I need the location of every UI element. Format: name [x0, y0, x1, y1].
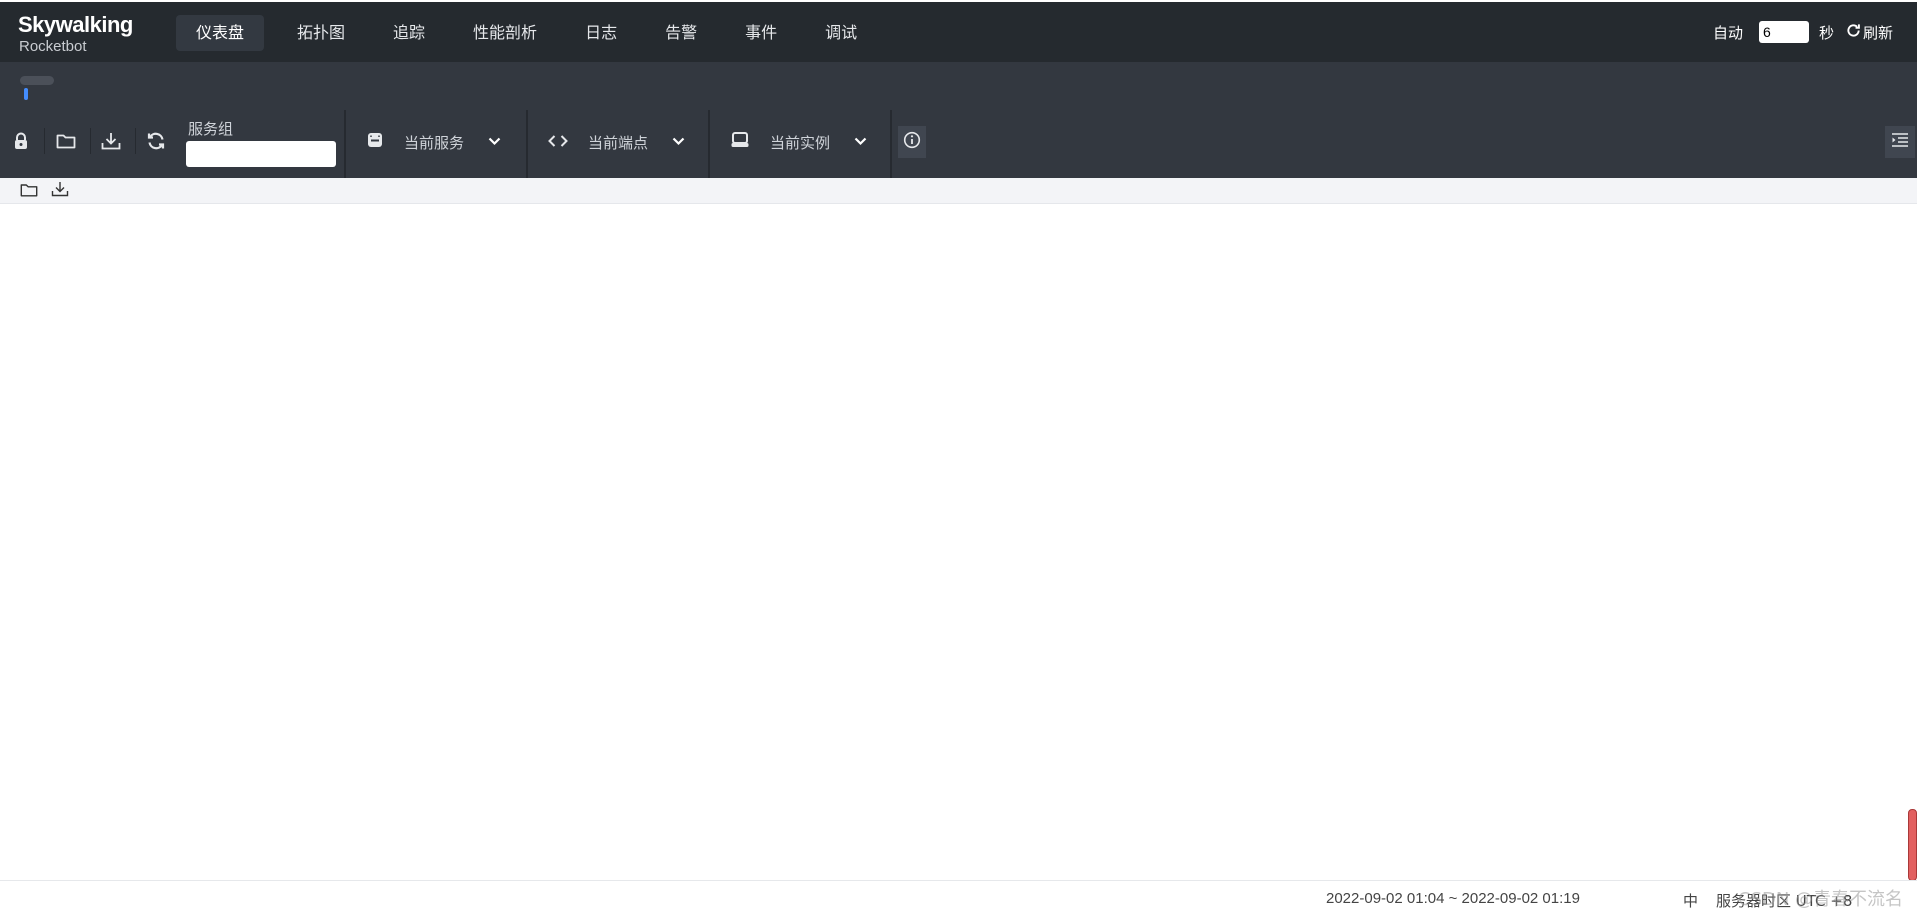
current-instance-label: 当前实例 — [770, 133, 831, 152]
lock-icon — [13, 132, 29, 154]
refresh-button[interactable]: 刷新 — [1846, 22, 1893, 43]
current-endpoint-select[interactable]: 当前端点 — [548, 106, 685, 178]
nav-item-log[interactable]: 日志 — [565, 15, 637, 51]
download-icon — [51, 181, 69, 201]
folder-icon — [56, 133, 76, 153]
toolbar-divider — [135, 128, 136, 154]
nav-item-topology[interactable]: 拓扑图 — [272, 15, 365, 51]
nav-item-alarm[interactable]: 告警 — [645, 15, 717, 51]
scroll-handle[interactable] — [1908, 809, 1917, 881]
dashboard-toolbar: 服务组 当前服务 当前端点 当前实例 — [0, 106, 1917, 178]
logo-sub-text: Rocketbot — [19, 38, 87, 55]
dashboard-tab-bar — [0, 62, 1917, 106]
folder-icon — [20, 182, 38, 201]
info-button[interactable] — [898, 126, 926, 158]
service-group-label: 服务组 — [188, 120, 234, 138]
sync-icon — [146, 131, 166, 155]
toolbar-divider — [890, 110, 892, 178]
export-button[interactable] — [51, 182, 69, 200]
indent-icon — [1891, 132, 1909, 152]
app-logo[interactable]: Skywalking Rocketbot — [18, 12, 133, 55]
auto-refresh-label: 自动 — [1712, 23, 1743, 42]
toolbar-divider — [708, 110, 710, 178]
import-button[interactable] — [20, 182, 38, 200]
toolbar-divider — [526, 110, 528, 178]
nav-item-dashboard[interactable]: 仪表盘 — [176, 15, 265, 51]
current-endpoint-label: 当前端点 — [588, 133, 649, 152]
dashboard-content — [0, 204, 1917, 881]
sub-toolbar — [0, 178, 1917, 204]
nav-item-event[interactable]: 事件 — [725, 15, 797, 51]
download-button[interactable] — [100, 132, 122, 154]
nav-item-debug[interactable]: 调试 — [805, 15, 877, 51]
laptop-icon — [730, 131, 750, 153]
service-group-input[interactable] — [186, 141, 336, 167]
refresh-label: 刷新 — [1862, 23, 1893, 42]
current-service-select[interactable]: 当前服务 — [366, 106, 501, 178]
language-switch[interactable]: 中 — [1683, 890, 1698, 911]
chevron-down-icon — [488, 134, 501, 150]
main-nav: 仪表盘 拓扑图 追踪 性能剖析 日志 告警 事件 调试 — [176, 15, 877, 51]
refresh-interval-input[interactable] — [1758, 21, 1809, 43]
footer-bar: 2022-09-02 01:04 ~ 2022-09-02 01:19 中 服务… — [0, 880, 1917, 914]
info-icon — [903, 131, 921, 153]
time-range-picker[interactable]: 2022-09-02 01:04 ~ 2022-09-02 01:19 — [1326, 890, 1580, 907]
chevron-down-icon — [854, 134, 867, 150]
current-instance-select[interactable]: 当前实例 — [730, 106, 867, 178]
service-box-icon — [366, 131, 384, 153]
reload-button[interactable] — [145, 132, 167, 154]
toolbar-divider — [44, 128, 45, 154]
chevron-down-icon — [672, 134, 685, 150]
toolbar-divider — [90, 128, 91, 154]
lock-button[interactable] — [10, 132, 32, 154]
watermark: CSDN @青春不流名 — [1738, 889, 1904, 910]
current-service-label: 当前服务 — [404, 133, 465, 152]
seconds-unit-label: 秒 — [1818, 23, 1834, 42]
logo-main-text: Skywalking — [18, 12, 133, 37]
active-tab-indicator — [24, 88, 28, 100]
top-navbar: Skywalking Rocketbot 仪表盘 拓扑图 追踪 性能剖析 日志 … — [0, 2, 1917, 62]
open-folder-button[interactable] — [55, 132, 77, 154]
download-icon — [101, 132, 121, 154]
toolbar-divider — [344, 110, 346, 178]
refresh-icon — [1846, 23, 1861, 42]
sidebar-toggle-button[interactable] — [1885, 126, 1915, 158]
nav-item-trace[interactable]: 追踪 — [373, 15, 445, 51]
dashboard-tab[interactable] — [20, 76, 54, 85]
auto-refresh-group: 自动 秒 刷新 — [1713, 21, 1893, 43]
nav-item-profile[interactable]: 性能剖析 — [453, 15, 557, 51]
code-brackets-icon — [548, 133, 568, 152]
